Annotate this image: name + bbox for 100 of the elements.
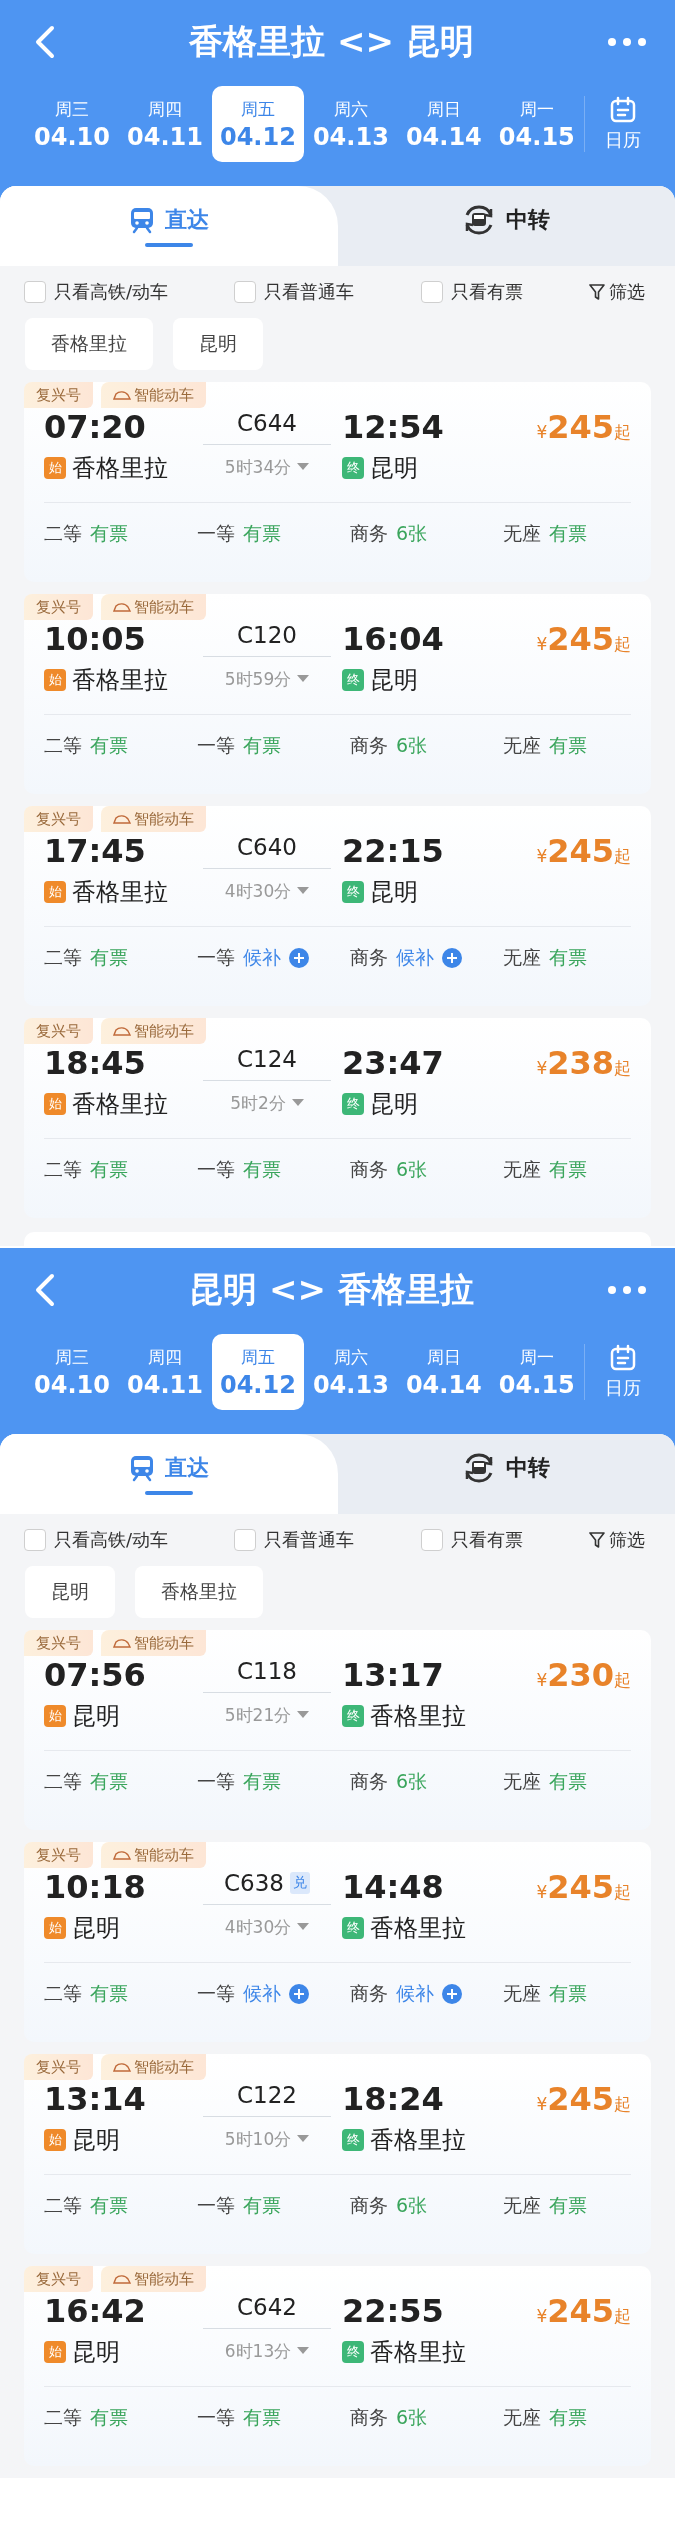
checkbox[interactable] — [420, 281, 443, 303]
checkbox[interactable] — [234, 1529, 257, 1551]
checkbox[interactable] — [24, 1529, 46, 1551]
train-card[interactable]: 复兴号 智能动车 07:20 C644 12:54 ¥245起 始 香格里拉 5时34分 终 昆明 二等 有票 一等 有票 商务 6张 无座 有票 — [24, 382, 651, 582]
start-badge: 始 — [44, 2129, 66, 2151]
filter-icon — [588, 1531, 605, 1549]
date-tab[interactable]: 周五 04.12 — [211, 1334, 304, 1410]
date-tab[interactable]: 周五 04.12 — [211, 86, 304, 162]
train-tag: 复兴号 — [24, 382, 93, 408]
arrival-station: 昆明 — [370, 453, 418, 484]
arrival-station: 香格里拉 — [370, 1913, 466, 1944]
end-badge: 终 — [342, 669, 364, 691]
checkbox[interactable] — [24, 281, 46, 303]
train-card[interactable]: 复兴号 智能动车 07:56 C118 13:17 ¥230起 始 昆明 5时21分 终 香格里拉 二等 有票 一等 有票 商务 6张 无座 有票 — [24, 1630, 651, 1830]
seat-status: 有票 — [90, 733, 128, 758]
filter-button[interactable]: 筛选 — [588, 1528, 645, 1552]
arrival-time: 22:55 — [342, 2292, 445, 2330]
price: ¥230起 — [536, 1656, 631, 1694]
train-tag: 复兴号 — [24, 1630, 93, 1656]
plus-icon — [289, 1984, 309, 2004]
station-chip[interactable]: 香格里拉 — [135, 1566, 263, 1618]
arrival-station: 昆明 — [370, 877, 418, 908]
seat-status: 候补 — [243, 1981, 281, 2006]
route-tab[interactable]: 中转 — [337, 186, 675, 266]
route-tab[interactable]: 直达 — [0, 186, 338, 266]
seat-class: 二等 — [44, 1157, 82, 1182]
departure-station: 香格里拉 — [72, 665, 168, 696]
seat-class: 二等 — [44, 1769, 82, 1794]
price: ¥245起 — [536, 620, 631, 658]
exchange-badge: 兑 — [290, 1871, 310, 1894]
route-tab[interactable]: 直达 — [0, 1434, 338, 1514]
seat-status: 有票 — [243, 1157, 281, 1182]
filter-label: 只看有票 — [450, 1528, 523, 1552]
price: ¥238起 — [536, 1044, 631, 1082]
seat-class: 二等 — [44, 1981, 82, 2006]
seat-class: 商务 — [350, 521, 388, 546]
train-number: C118 — [237, 1657, 297, 1684]
duration: 5时59分 — [224, 667, 292, 691]
filter-button[interactable]: 筛选 — [588, 280, 645, 304]
route-title: 香格里拉 <> 昆明 — [189, 20, 474, 63]
train-number: C642 — [237, 2293, 297, 2320]
train-card[interactable]: 复兴号 智能动车 16:42 C642 22:55 ¥245起 始 昆明 6时13分 终 香格里拉 二等 有票 一等 有票 商务 6张 无座 有票 — [24, 2266, 651, 2466]
duration: 4时30分 — [224, 879, 292, 903]
train-card[interactable]: 复兴号 智能动车 13:14 C122 18:24 ¥245起 始 昆明 5时10分 终 香格里拉 二等 有票 一等 有票 商务 6张 无座 有票 — [24, 2054, 651, 2254]
back-icon — [34, 1273, 56, 1307]
train-tag: 智能动车 — [101, 2266, 206, 2292]
duration: 5时2分 — [230, 1091, 286, 1115]
checkbox[interactable] — [234, 281, 257, 303]
caret-icon — [297, 1923, 310, 1931]
caret-icon — [297, 2135, 310, 2143]
arrival-station: 香格里拉 — [370, 2337, 466, 2368]
seat-class: 一等 — [197, 1769, 235, 1794]
caret-icon — [297, 887, 310, 895]
train-tag: 复兴号 — [24, 2266, 93, 2292]
arrival-station: 昆明 — [370, 1089, 418, 1120]
station-chip[interactable]: 昆明 — [173, 318, 263, 370]
seat-class: 二等 — [44, 2193, 82, 2218]
start-badge: 始 — [44, 669, 66, 691]
seat-status: 6张 — [396, 733, 428, 758]
seat-class: 商务 — [350, 945, 388, 970]
train-card[interactable]: 复兴号 智能动车 17:45 C640 22:15 ¥245起 始 香格里拉 4时30分 终 昆明 二等 有票 一等 候补 商务 候补 无座 有票 — [24, 806, 651, 1006]
end-badge: 终 — [342, 1917, 364, 1939]
seat-status: 有票 — [549, 1981, 587, 2006]
arrival-time: 13:17 — [342, 1656, 445, 1694]
train-tag: 智能动车 — [101, 1842, 206, 1868]
train-card[interactable]: 复兴号 智能动车 10:18 C638 兑 14:48 ¥245起 始 昆明 4时30分 终 香格里拉 二等 有票 一等 候补 商务 候补 无座 有票 — [24, 1842, 651, 2042]
seat-class: 商务 — [350, 2405, 388, 2430]
seat-class: 二等 — [44, 521, 82, 546]
seat-class: 商务 — [350, 2193, 388, 2218]
arrival-time: 18:24 — [342, 2080, 445, 2118]
seat-status: 6张 — [396, 1157, 428, 1182]
departure-time: 13:14 — [44, 2080, 147, 2118]
seat-status: 有票 — [243, 521, 281, 546]
seat-class: 无座 — [503, 521, 541, 546]
seat-status: 有票 — [90, 945, 128, 970]
plus-icon — [442, 948, 462, 968]
seat-status: 有票 — [90, 1157, 128, 1182]
arrival-time: 23:47 — [342, 1044, 445, 1082]
seat-status: 有票 — [549, 2193, 587, 2218]
filter-icon — [588, 283, 605, 301]
seat-status: 有票 — [243, 2405, 281, 2430]
train-tag: 复兴号 — [24, 594, 93, 620]
seat-status: 6张 — [396, 2405, 428, 2430]
checkbox[interactable] — [420, 1529, 443, 1551]
station-chip[interactable]: 昆明 — [25, 1566, 115, 1618]
train-card[interactable]: 复兴号 智能动车 10:05 C120 16:04 ¥245起 始 香格里拉 5时59分 终 昆明 二等 有票 一等 有票 商务 6张 无座 有票 — [24, 594, 651, 794]
departure-station: 香格里拉 — [72, 877, 168, 908]
seat-class: 无座 — [503, 945, 541, 970]
departure-station: 香格里拉 — [72, 453, 168, 484]
train-tag: 智能动车 — [101, 806, 206, 832]
caret-icon — [297, 675, 310, 683]
route-tab[interactable]: 中转 — [337, 1434, 675, 1514]
departure-time: 10:18 — [44, 1868, 147, 1906]
arrival-station: 香格里拉 — [370, 2125, 466, 2156]
train-card[interactable]: 复兴号 智能动车 18:45 C124 23:47 ¥238起 始 香格里拉 5时2分 终 昆明 二等 有票 一等 有票 商务 6张 无座 有票 — [24, 1018, 651, 1218]
train-number: C638 — [224, 1869, 284, 1896]
end-badge: 终 — [342, 2341, 364, 2363]
train-tag: 复兴号 — [24, 1842, 93, 1868]
station-chip[interactable]: 香格里拉 — [25, 318, 153, 370]
arrival-time: 22:15 — [342, 832, 445, 870]
